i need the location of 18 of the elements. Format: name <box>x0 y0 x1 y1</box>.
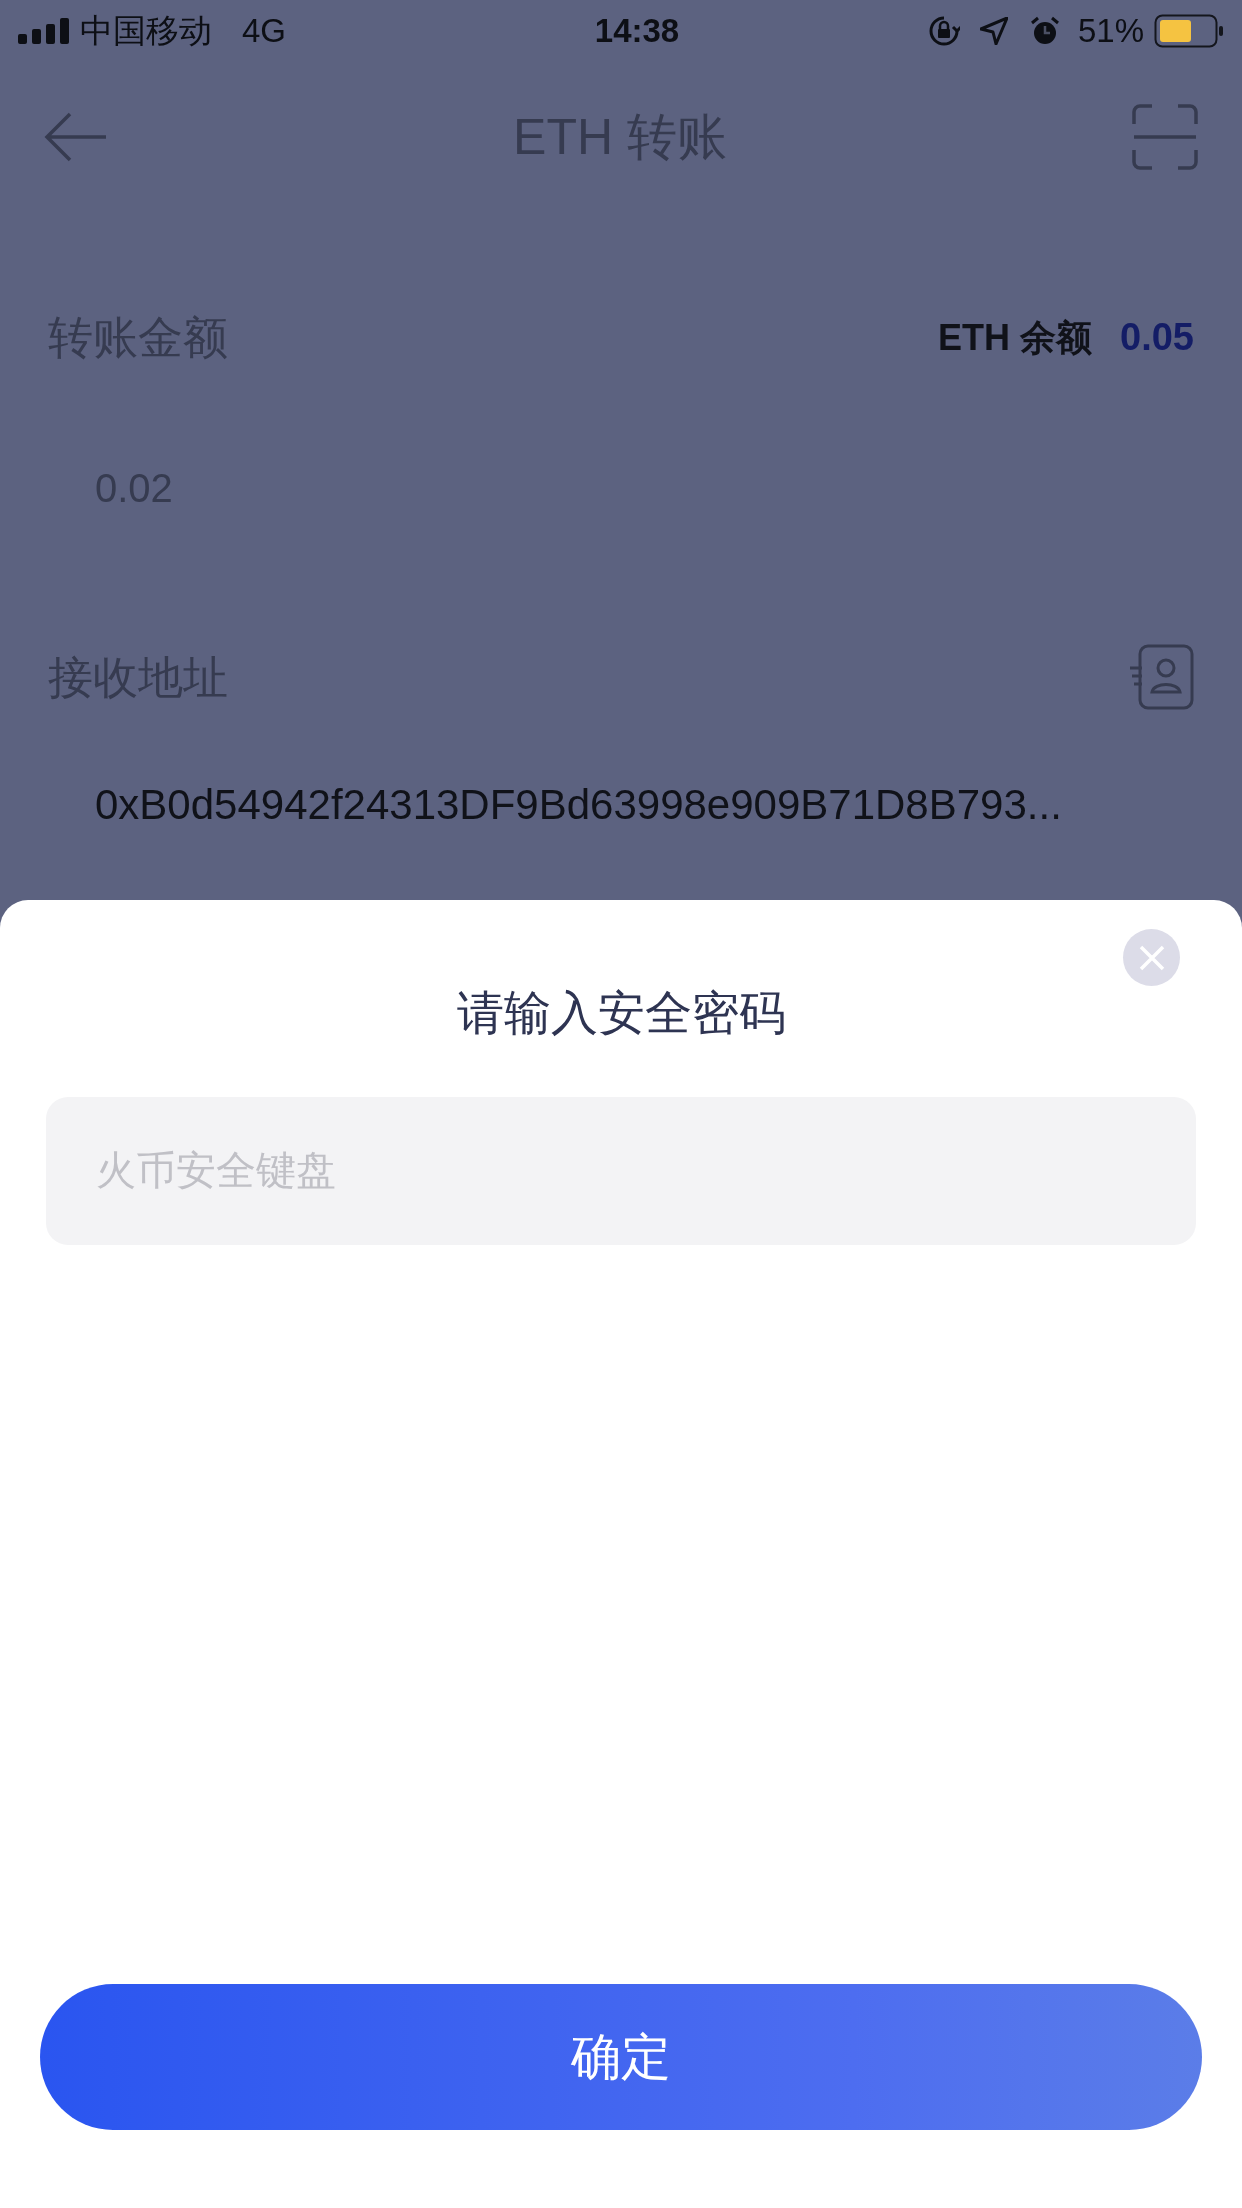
alarm-clock-icon <box>1029 16 1060 46</box>
contact-book-icon[interactable] <box>1128 644 1194 711</box>
confirm-button[interactable]: 确定 <box>40 1984 1202 2130</box>
rotation-lock-icon <box>927 15 960 47</box>
back-arrow-icon[interactable] <box>44 112 108 162</box>
scan-icon[interactable] <box>1132 104 1198 170</box>
carrier-name: 中国移动 <box>80 11 212 52</box>
battery-icon <box>1154 14 1224 48</box>
address-value: 0xB0d54942f24313DF9Bd63998e909B71D8B793... <box>95 780 1062 830</box>
battery-percent: 51% <box>1077 11 1144 52</box>
close-button[interactable] <box>1123 929 1180 986</box>
sheet-title: 请输入安全密码 <box>456 985 786 1041</box>
balance-label: ETH 余额 <box>938 315 1093 360</box>
location-arrow-icon <box>979 17 1008 45</box>
balance-value: 0.05 <box>1120 315 1194 361</box>
clock-time: 14:38 <box>594 11 680 52</box>
network-type: 4G <box>242 11 287 52</box>
close-icon <box>1138 944 1165 971</box>
